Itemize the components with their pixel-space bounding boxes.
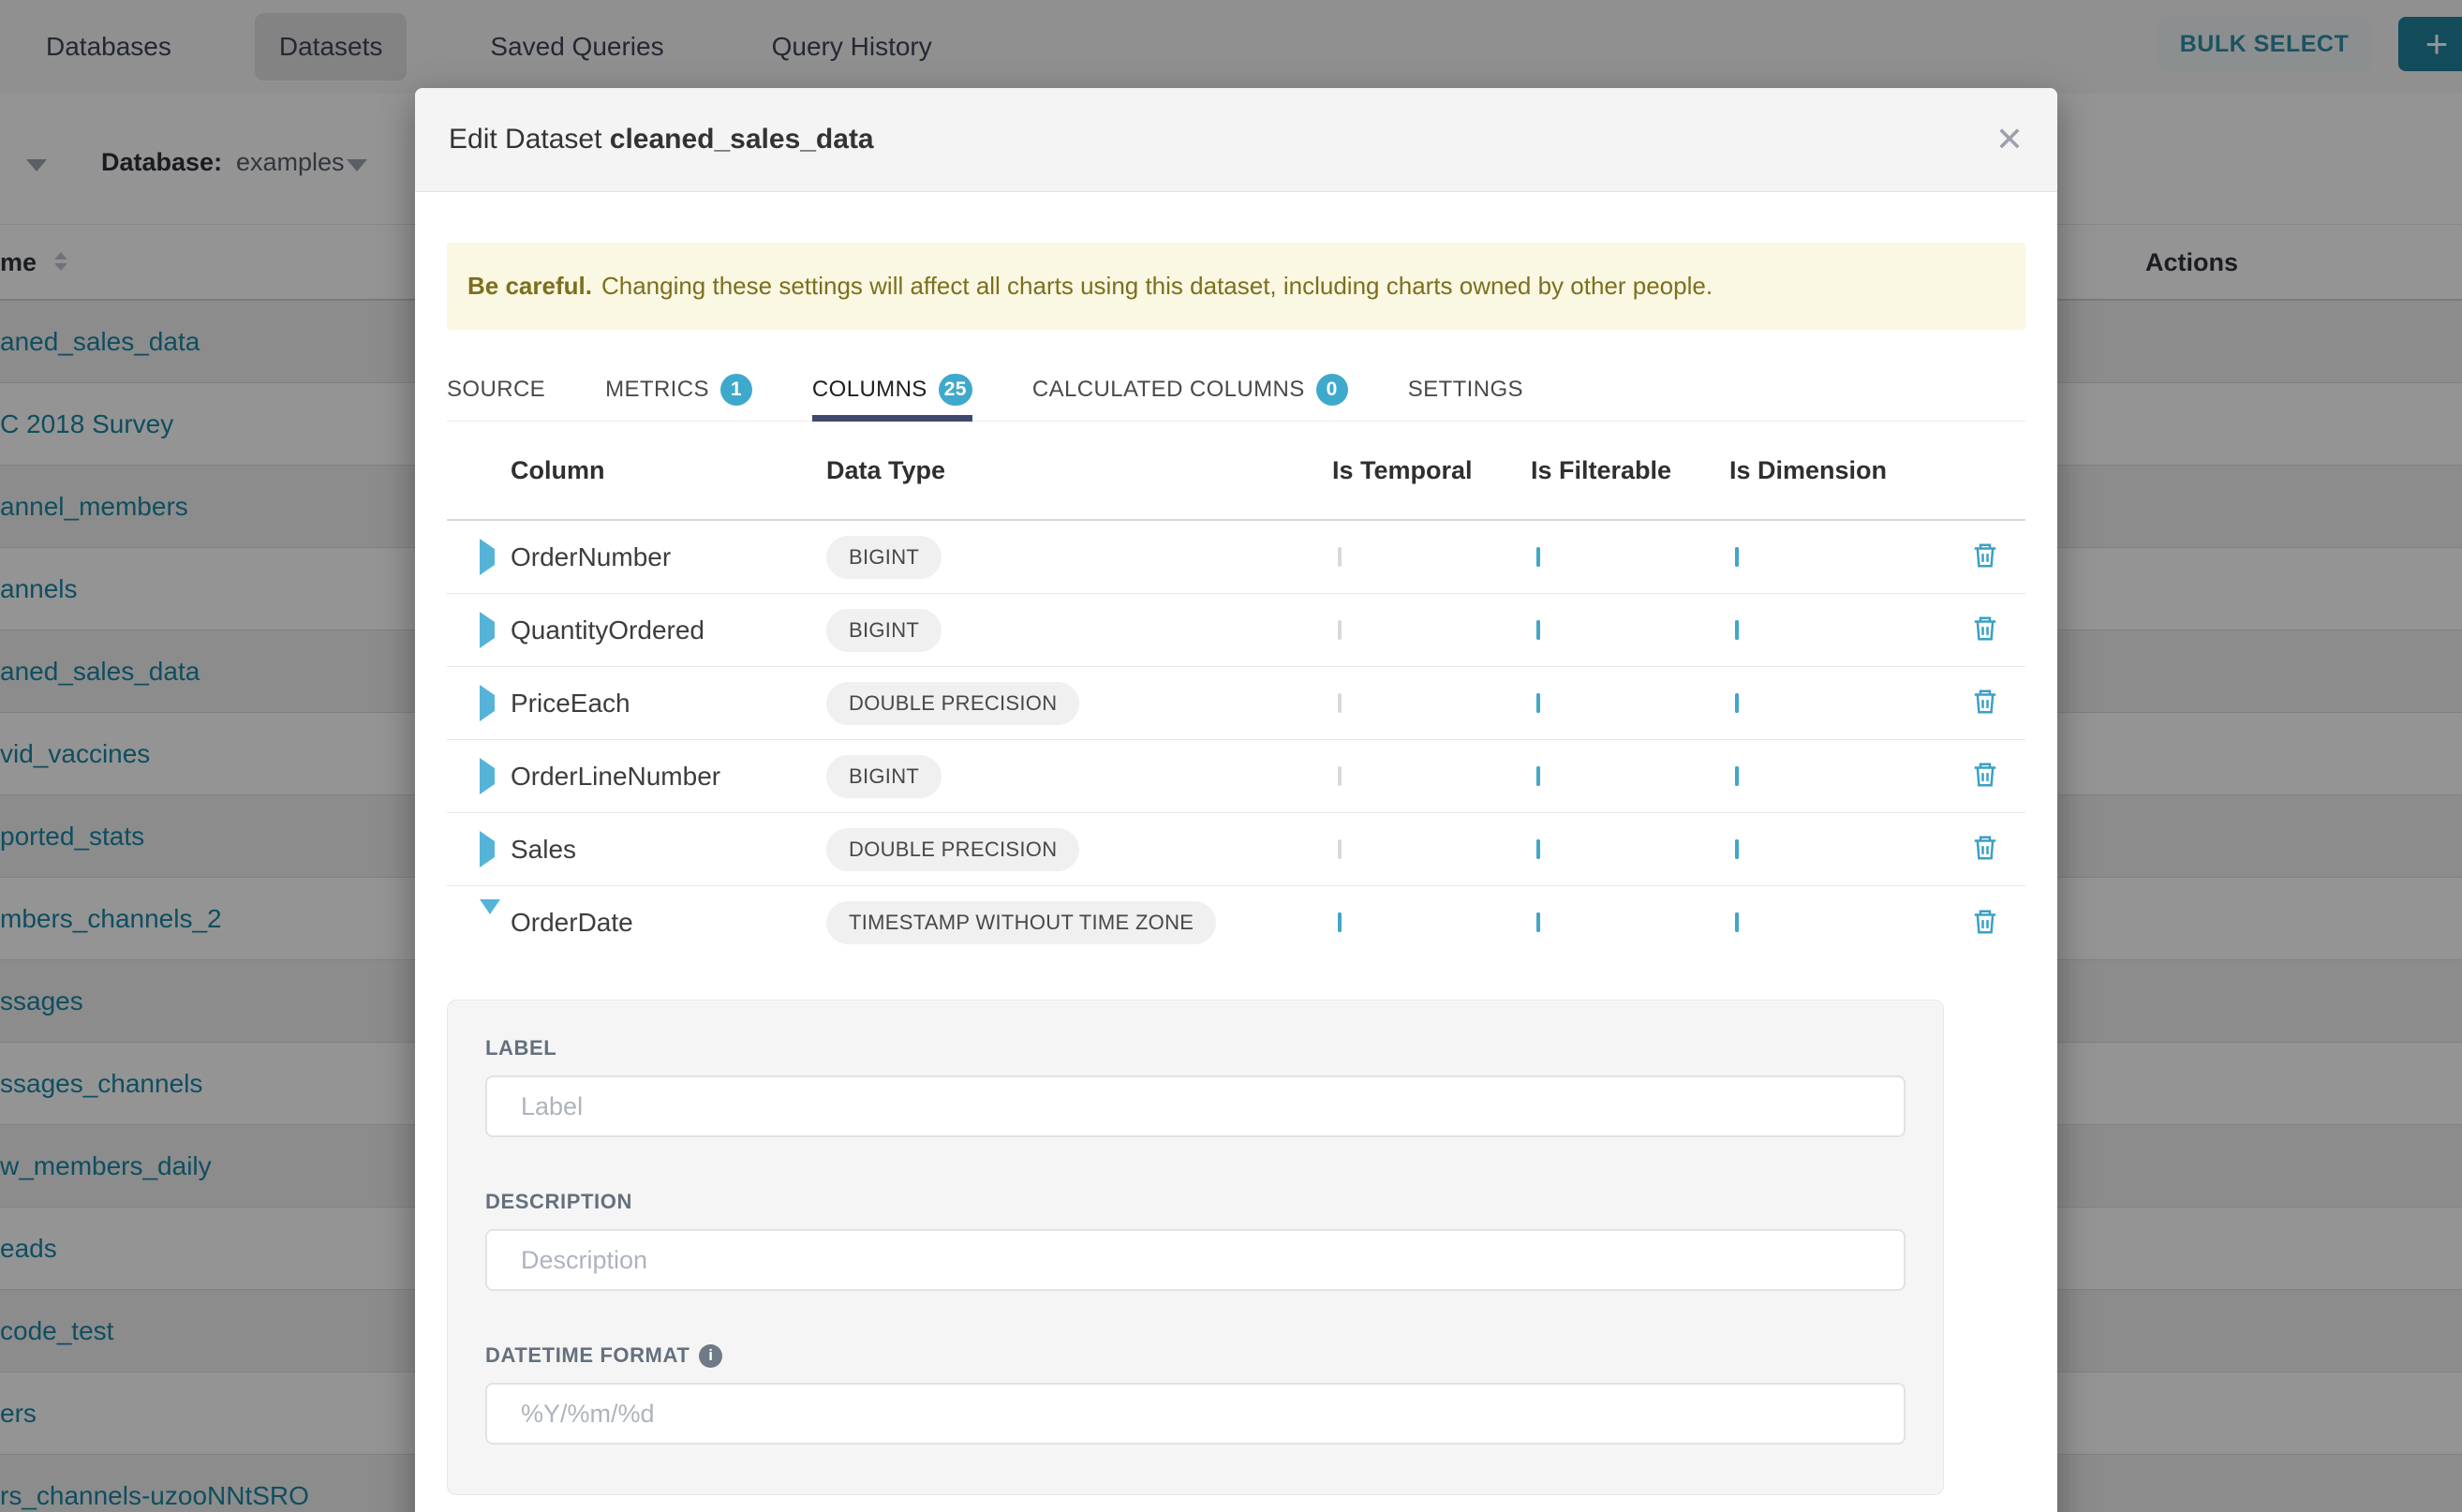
columns-table-header: Column Data Type Is Temporal Is Filterab…: [447, 422, 2025, 521]
info-icon[interactable]: i: [699, 1344, 722, 1368]
expand-caret-icon[interactable]: [480, 758, 495, 794]
label-field-heading: LABEL: [485, 1036, 1906, 1060]
column-name: QuantityOrdered: [511, 615, 826, 645]
delete-column-button[interactable]: [1971, 760, 1999, 793]
column-row-orderdate: OrderDate TIMESTAMP WITHOUT TIME ZONE: [447, 886, 2025, 959]
modal-title-prefix: Edit Dataset: [449, 124, 601, 155]
tab-calculated-columns[interactable]: CALCULATED COLUMNS 0: [1032, 358, 1348, 421]
column-name: OrderLineNumber: [511, 762, 826, 792]
is-dimension-checkbox[interactable]: [1735, 766, 1739, 786]
tab-metrics[interactable]: METRICS 1: [605, 358, 752, 421]
is-temporal-checkbox[interactable]: [1338, 912, 1342, 932]
column-row-quantityordered: QuantityOrdered BIGINT: [447, 594, 2025, 667]
tab-badge: 25: [939, 374, 972, 406]
delete-column-button[interactable]: [1971, 687, 1999, 719]
is-filterable-checkbox[interactable]: [1536, 766, 1540, 786]
modal-body: Be careful. Changing these settings will…: [415, 243, 2057, 1495]
header-is-temporal: Is Temporal: [1332, 456, 1531, 485]
delete-column-button[interactable]: [1971, 614, 1999, 646]
column-row-orderlinenumber: OrderLineNumber BIGINT: [447, 740, 2025, 813]
delete-column-button[interactable]: [1971, 541, 1999, 573]
is-temporal-checkbox[interactable]: [1338, 620, 1342, 640]
tab-columns[interactable]: COLUMNS 25: [812, 358, 972, 421]
is-temporal-checkbox[interactable]: [1338, 839, 1342, 859]
is-dimension-checkbox[interactable]: [1735, 620, 1739, 640]
is-filterable-checkbox[interactable]: [1536, 912, 1540, 932]
is-dimension-checkbox[interactable]: [1735, 547, 1739, 567]
close-icon[interactable]: ✕: [1995, 123, 2024, 156]
header-is-dimension: Is Dimension: [1729, 456, 1945, 485]
is-dimension-checkbox[interactable]: [1735, 839, 1739, 859]
warning-text: Changing these settings will affect all …: [601, 272, 1713, 301]
trash-icon: [1971, 833, 1999, 863]
is-filterable-checkbox[interactable]: [1536, 693, 1540, 713]
tab-source[interactable]: SOURCE: [447, 358, 545, 421]
is-filterable-checkbox[interactable]: [1536, 839, 1540, 859]
column-name: OrderDate: [511, 908, 826, 938]
tab-settings[interactable]: SETTINGS: [1408, 358, 1523, 421]
header-is-filterable: Is Filterable: [1531, 456, 1729, 485]
tab-badge: 0: [1316, 374, 1348, 406]
data-type-pill: DOUBLE PRECISION: [826, 682, 1079, 725]
edit-dataset-modal: Edit Dataset cleaned_sales_data ✕ Be car…: [415, 88, 2057, 1512]
data-type-pill: BIGINT: [826, 609, 942, 652]
is-dimension-checkbox[interactable]: [1735, 912, 1739, 932]
expand-caret-icon[interactable]: [480, 831, 495, 867]
column-name: Sales: [511, 835, 826, 865]
expand-caret-icon[interactable]: [480, 539, 495, 575]
is-temporal-checkbox[interactable]: [1338, 693, 1342, 713]
trash-icon: [1971, 907, 1999, 937]
column-row-sales: Sales DOUBLE PRECISION: [447, 813, 2025, 886]
label-input[interactable]: [485, 1075, 1906, 1137]
header-column: Column: [511, 456, 826, 485]
data-type-pill: BIGINT: [826, 536, 942, 579]
expand-caret-icon[interactable]: [480, 685, 495, 721]
column-row-ordernumber: OrderNumber BIGINT: [447, 521, 2025, 594]
is-temporal-checkbox[interactable]: [1338, 547, 1342, 567]
datetime-format-field-heading: DATETIME FORMAT i: [485, 1343, 1906, 1368]
trash-icon: [1971, 541, 1999, 571]
description-input[interactable]: [485, 1229, 1906, 1291]
header-data-type: Data Type: [826, 456, 1332, 485]
delete-column-button[interactable]: [1971, 907, 1999, 940]
data-type-pill: BIGINT: [826, 755, 942, 798]
warning-bold-text: Be careful.: [467, 272, 592, 301]
is-dimension-checkbox[interactable]: [1735, 693, 1739, 713]
modal-title: Edit Dataset cleaned_sales_data: [449, 124, 874, 156]
collapse-caret-icon[interactable]: [480, 899, 500, 930]
modal-title-dataset-name: cleaned_sales_data: [610, 124, 874, 155]
expand-caret-icon[interactable]: [480, 612, 495, 648]
data-type-pill: DOUBLE PRECISION: [826, 828, 1079, 871]
trash-icon: [1971, 614, 1999, 644]
delete-column-button[interactable]: [1971, 833, 1999, 866]
trash-icon: [1971, 687, 1999, 717]
modal-tabs: SOURCE METRICS 1 COLUMNS 25 CALCULATED C…: [447, 358, 2025, 422]
is-temporal-checkbox[interactable]: [1338, 766, 1342, 786]
columns-table: Column Data Type Is Temporal Is Filterab…: [447, 422, 2025, 959]
column-row-priceeach: PriceEach DOUBLE PRECISION: [447, 667, 2025, 740]
column-name: OrderNumber: [511, 542, 826, 572]
trash-icon: [1971, 760, 1999, 790]
data-type-pill: TIMESTAMP WITHOUT TIME ZONE: [826, 901, 1216, 944]
is-filterable-checkbox[interactable]: [1536, 547, 1540, 567]
is-filterable-checkbox[interactable]: [1536, 620, 1540, 640]
warning-banner: Be careful. Changing these settings will…: [447, 243, 2025, 330]
tab-badge: 1: [720, 374, 752, 406]
modal-header: Edit Dataset cleaned_sales_data ✕: [415, 88, 2057, 192]
datetime-format-input[interactable]: [485, 1383, 1906, 1445]
column-detail-panel: LABEL DESCRIPTION DATETIME FORMAT i: [447, 1000, 1944, 1495]
column-name: PriceEach: [511, 689, 826, 719]
description-field-heading: DESCRIPTION: [485, 1190, 1906, 1214]
